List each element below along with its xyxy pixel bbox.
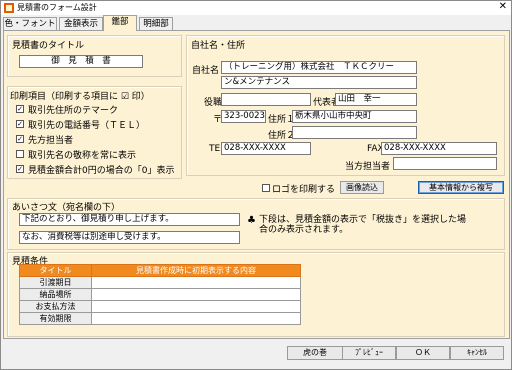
preview-button[interactable]: ﾌﾟﾚﾋﾞｭｰ	[342, 346, 396, 360]
conditions-table: タイトル 見積書作成時に初期表示する内容 引渡期日 納品場所 お支払方法 有効期…	[19, 264, 301, 325]
tab-detail-section[interactable]: 明細部	[139, 17, 173, 31]
condition-title-cell: お支払方法	[19, 300, 92, 313]
greeting-line1-field[interactable]: 下記のとおり、御見積り申し上げます。	[19, 213, 240, 226]
address2-field[interactable]	[292, 126, 417, 139]
print-logo-checkbox[interactable]	[262, 184, 270, 192]
position-field[interactable]	[221, 93, 311, 106]
postal-code-field[interactable]: 323-0023	[221, 110, 266, 123]
print-items-heading: 印刷項目（印刷する項目に ☑ 印）	[10, 92, 150, 102]
print-item-checkbox-4[interactable]: ✓	[16, 165, 24, 173]
table-row: お支払方法	[19, 300, 301, 313]
condition-title-cell: 納品場所	[19, 288, 92, 301]
dialog-window: 見積書のフォーム設計 ✕ 色・フォント 金額表示 鑑部 明細部 見積書のタイトル…	[0, 0, 512, 370]
tab-amount-display[interactable]: 金額表示	[59, 17, 103, 31]
staff-label: 当方担当者	[345, 162, 391, 172]
conditions-col-title: タイトル	[19, 264, 92, 277]
club-icon: ♣	[247, 215, 256, 226]
greeting-note: 下段は、見積金額の表示で「税抜き」を選択した場合のみ表示されます。	[259, 215, 467, 235]
load-image-button[interactable]: 画像読込	[340, 181, 384, 194]
address2-label: 住所２	[268, 131, 296, 141]
fax-field[interactable]: 028-XXX-XXXX	[381, 142, 497, 155]
greeting-line2-field[interactable]: なお、消費税等は別途申し受けます。	[19, 231, 240, 244]
company-name-line2[interactable]: ン&メンテナンス	[221, 76, 417, 89]
window-title: 見積書のフォーム設計	[17, 3, 97, 12]
company-name-label: 自社名	[192, 66, 220, 76]
print-item-checkbox-2[interactable]: ✓	[16, 135, 24, 143]
title-bar: 見積書のフォーム設計 ✕	[1, 1, 511, 15]
condition-content-cell[interactable]	[91, 276, 301, 289]
address1-field[interactable]: 栃木県小山市中央町	[292, 110, 417, 123]
tab-header-section[interactable]: 鑑部	[103, 15, 137, 31]
cancel-button[interactable]: ｷｬﾝｾﾙ	[450, 346, 504, 360]
estimate-title-field[interactable]: 御 見 積 書	[19, 55, 143, 68]
position-label: 役職	[204, 98, 223, 108]
title-group-heading: 見積書のタイトル	[12, 41, 85, 51]
table-row: 引渡期日	[19, 276, 301, 289]
address1-label: 住所１	[268, 115, 296, 125]
copy-from-basic-info-button[interactable]: 基本情報から複写	[418, 181, 504, 194]
company-name-line1[interactable]: （トレーニング用）株式会社 ＴＫＣクリー	[221, 61, 417, 74]
print-item-label: 見積金額合計0円の場合の「0」表示	[28, 166, 175, 176]
close-icon[interactable]: ✕	[499, 1, 507, 12]
app-icon	[4, 3, 14, 13]
condition-title-cell: 有効期限	[19, 312, 92, 325]
tab-color-font[interactable]: 色・フォント	[3, 17, 57, 31]
print-item-checkbox-3[interactable]	[16, 150, 24, 158]
condition-content-cell[interactable]	[91, 288, 301, 301]
print-item-label: 先方担当者	[28, 136, 74, 146]
staff-field[interactable]	[393, 157, 497, 170]
condition-content-cell[interactable]	[91, 312, 301, 325]
tel-field[interactable]: 028-XXX-XXXX	[221, 142, 311, 155]
conditions-col-content: 見積書作成時に初期表示する内容	[91, 264, 301, 277]
print-logo-label: ロゴを印刷する	[272, 185, 336, 195]
print-item-label: 取引先名の敬称を常に表示	[28, 151, 137, 161]
tab-panel: 見積書のタイトル 御 見 積 書 印刷項目（印刷する項目に ☑ 印） ✓ 取引先…	[3, 30, 510, 339]
print-item-label: 取引先住所のテマーク	[28, 106, 119, 116]
condition-title-cell: 引渡期日	[19, 276, 92, 289]
ok-button[interactable]: ＯＫ	[396, 346, 450, 360]
company-heading: 自社名・住所	[191, 41, 246, 51]
table-row: 納品場所	[19, 288, 301, 301]
print-item-checkbox-0[interactable]: ✓	[16, 105, 24, 113]
tips-button[interactable]: 虎の巻	[287, 346, 343, 360]
footer-bar: 虎の巻 ﾌﾟﾚﾋﾞｭｰ ＯＫ ｷｬﾝｾﾙ	[1, 339, 511, 369]
greeting-heading: あいさつ文（宛名欄の下）	[12, 203, 121, 213]
print-item-label: 取引先の電話番号（ＴＥＬ）	[28, 121, 146, 131]
print-item-checkbox-1[interactable]: ✓	[16, 120, 24, 128]
condition-content-cell[interactable]	[91, 300, 301, 313]
representative-field[interactable]: 山田 幸一	[335, 93, 417, 106]
table-row: 有効期限	[19, 312, 301, 325]
